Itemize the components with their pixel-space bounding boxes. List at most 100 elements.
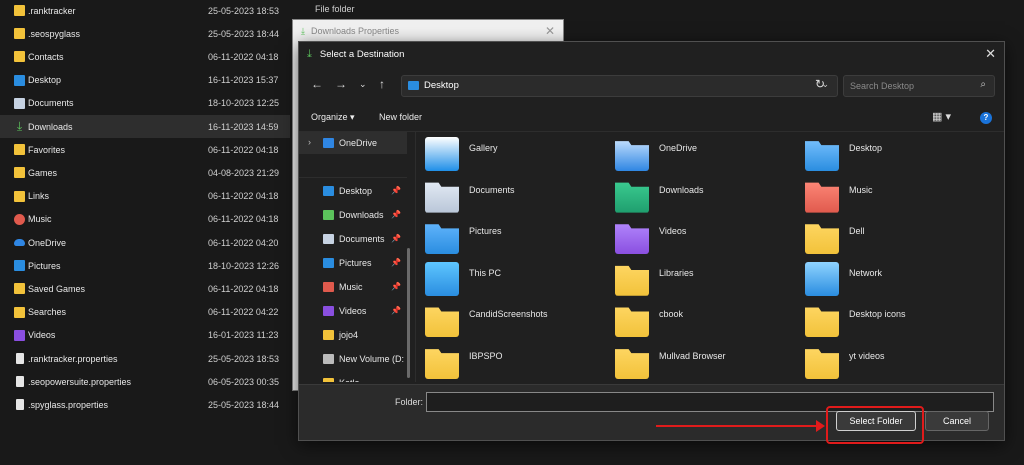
file-name: Links <box>28 191 50 202</box>
folder-tile[interactable]: CandidScreenshots <box>425 300 605 340</box>
folder-tile[interactable]: IBPSPO <box>425 342 605 382</box>
file-name: OneDrive <box>28 237 67 248</box>
folder-tile[interactable]: Network <box>805 259 985 299</box>
folder-tile[interactable]: cbook <box>615 300 795 340</box>
folder-icon <box>615 349 649 379</box>
file-list-row[interactable]: .seopowersuite.properties 06-05-2023 00:3… <box>0 370 290 393</box>
file-date: 06-11-2022 04:18 <box>208 144 279 155</box>
desktop-icon <box>408 81 419 90</box>
file-list-row[interactable]: Searches 06-11-2022 04:22 <box>0 301 290 324</box>
nav-item-label: Pictures <box>339 258 372 268</box>
new-folder-button[interactable]: New folder <box>379 112 422 122</box>
file-list-row[interactable]: .ranktracker 25-05-2023 18:53 <box>0 0 290 22</box>
folder-tile-label: Network <box>849 267 883 278</box>
address-row: ← → ⌄ ↑ Desktop ⌄ ↻ Search Desktop ⌕ <box>299 73 1004 99</box>
folder-tile[interactable]: Libraries <box>615 259 795 299</box>
cancel-button[interactable]: Cancel <box>925 411 989 431</box>
folder-icon <box>805 307 839 338</box>
file-list-row[interactable]: Games 04-08-2023 21:29 <box>0 161 290 184</box>
file-list-row[interactable]: OneDrive 06-11-2022 04:20 <box>0 231 290 254</box>
pin-icon: 📌 <box>391 234 401 243</box>
dialog-title: Select a Destination <box>319 48 405 60</box>
nav-item-label: jojo4 <box>339 330 359 340</box>
folder-tile[interactable]: Videos <box>615 217 795 257</box>
folder-tile[interactable]: yt videos <box>805 342 985 382</box>
type-column-value: File folder <box>315 4 355 14</box>
gallery-icon <box>425 137 459 171</box>
folder-tile[interactable]: Dell <box>805 217 985 257</box>
folder-tile[interactable]: Desktop icons <box>805 300 985 340</box>
folder-tile-label: Downloads <box>659 184 704 195</box>
file-list-row[interactable]: Music 06-11-2022 04:18 <box>0 208 290 231</box>
annotation-arrow-line <box>656 425 820 427</box>
file-name: Saved Games <box>28 283 86 294</box>
nav-item-label: Downloads <box>339 210 384 220</box>
libraries-icon <box>615 265 649 296</box>
folder-tile[interactable]: Music <box>805 176 985 216</box>
file-name: Contacts <box>28 51 64 62</box>
chevron-down-icon[interactable]: ⌄ <box>359 79 367 90</box>
nav-item[interactable]: Katla <box>299 372 407 382</box>
organize-button[interactable]: Organize ▾ <box>311 112 355 123</box>
folder-tile[interactable]: Gallery <box>425 134 605 174</box>
up-arrow-icon[interactable]: ↑ <box>379 77 385 91</box>
drive-icon <box>323 354 334 364</box>
folder-tile[interactable]: Documents <box>425 176 605 216</box>
expand-chevron-icon[interactable]: › <box>308 137 311 147</box>
file-list-row[interactable]: Favorites 06-11-2022 04:18 <box>0 138 290 161</box>
file-list-row[interactable]: Desktop 16-11-2023 15:37 <box>0 69 290 92</box>
onedrive-icon <box>14 239 25 246</box>
folder-icon <box>14 167 25 179</box>
file-list-row[interactable]: Documents 18-10-2023 12:25 <box>0 92 290 115</box>
file-date: 25-05-2023 18:53 <box>208 353 280 364</box>
nav-item[interactable]: Documents 📌 <box>299 228 407 250</box>
folder-tile-label: Desktop icons <box>849 309 906 320</box>
view-options-icon[interactable]: ▦ ▾ <box>932 110 951 123</box>
folder-tile[interactable]: OneDrive <box>615 134 795 174</box>
search-input[interactable]: Search Desktop ⌕ <box>843 75 995 97</box>
nav-item[interactable]: Videos 📌 <box>299 300 407 322</box>
file-name: .seopowersuite.properties <box>28 376 132 387</box>
file-list-row[interactable]: Videos 16-01-2023 11:23 <box>0 324 290 347</box>
nav-scrollbar[interactable] <box>407 248 410 378</box>
nav-item[interactable]: › OneDrive <box>299 132 407 154</box>
file-date: 06-11-2022 04:18 <box>208 283 279 294</box>
file-name: Downloads <box>28 121 73 132</box>
nav-item[interactable]: New Volume (D: <box>299 348 407 370</box>
folder-tile[interactable]: Pictures <box>425 217 605 257</box>
refresh-icon[interactable]: ↻ <box>815 77 825 91</box>
file-list-row[interactable]: .spyglass.properties 25-05-2023 18:44 <box>0 393 290 416</box>
file-list-row[interactable]: Links 06-11-2022 04:18 <box>0 185 290 208</box>
nav-divider <box>299 177 407 178</box>
file-list-row[interactable]: Saved Games 06-11-2022 04:18 <box>0 277 290 300</box>
back-arrow-icon[interactable]: ← <box>311 77 323 91</box>
file-list-row[interactable]: Pictures 18-10-2023 12:26 <box>0 254 290 277</box>
nav-item[interactable]: Desktop 📌 <box>299 180 407 202</box>
help-icon[interactable]: ? <box>980 112 992 124</box>
folder-tile[interactable]: This PC <box>425 259 605 299</box>
folder-tile[interactable]: Mullvad Browser <box>615 342 795 382</box>
file-list-row[interactable]: ⤓ Downloads 16-11-2023 14:59 <box>0 115 290 138</box>
file-list-row[interactable]: .ranktracker.properties 25-05-2023 18:53 <box>0 347 290 370</box>
close-button[interactable]: ✕ <box>985 46 996 62</box>
address-bar[interactable]: Desktop ⌄ <box>401 75 838 97</box>
close-icon[interactable]: ✕ <box>545 24 555 38</box>
nav-item[interactable]: jojo4 <box>299 324 407 346</box>
folder-tile[interactable]: Downloads <box>615 176 795 216</box>
file-list-row[interactable]: .seospyglass 25-05-2023 18:44 <box>0 22 290 45</box>
folder-tile-label: Music <box>849 184 873 195</box>
nav-item[interactable]: Downloads 📌 <box>299 204 407 226</box>
file-name: Pictures <box>28 260 61 271</box>
pin-icon: 📌 <box>391 258 401 267</box>
folder-tile[interactable]: Desktop <box>805 134 985 174</box>
nav-item[interactable]: Pictures 📌 <box>299 252 407 274</box>
toolbar: Organize ▾ New folder ▦ ▾ ? <box>299 105 1004 132</box>
nav-item[interactable]: Music 📌 <box>299 276 407 298</box>
file-date: 06-11-2022 04:20 <box>208 237 279 248</box>
file-list-row[interactable]: Contacts 06-11-2022 04:18 <box>0 45 290 68</box>
nav-item-label: Katla <box>339 378 360 382</box>
forward-arrow-icon[interactable]: → <box>335 77 347 91</box>
music-folder-icon <box>805 182 839 213</box>
folder-tile-label: Desktop <box>849 143 883 153</box>
file-date: 18-10-2023 12:25 <box>208 98 280 109</box>
